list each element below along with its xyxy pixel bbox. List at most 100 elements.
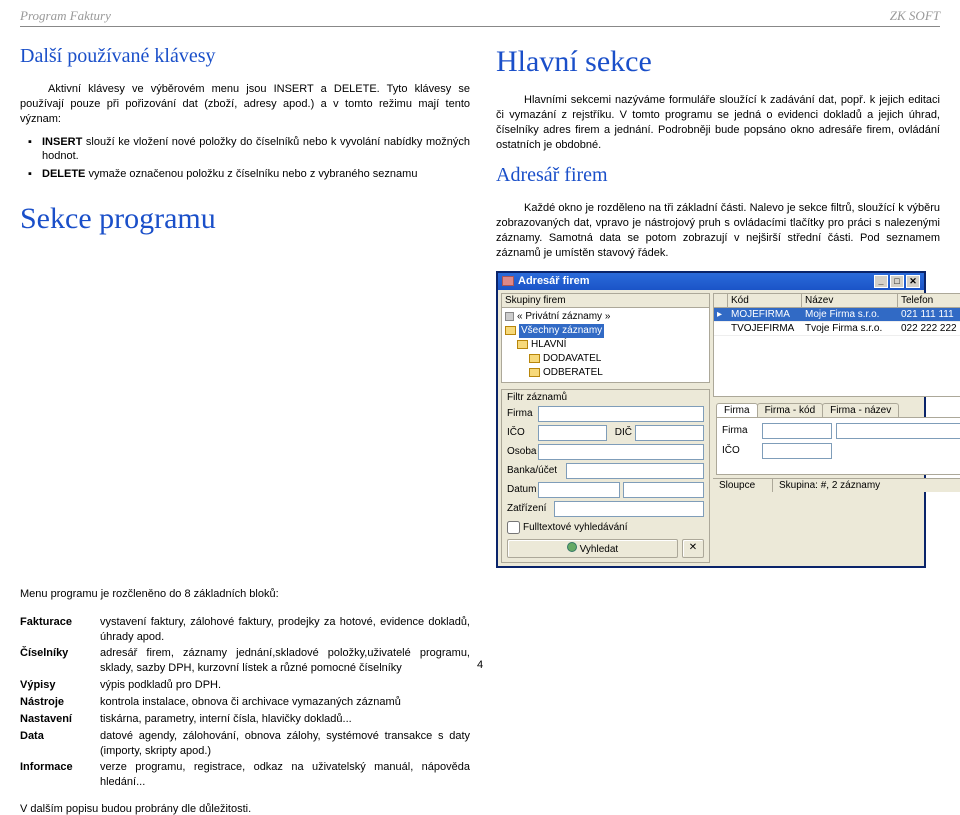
col-nazev[interactable]: Název [802, 294, 898, 307]
heading-sekce: Sekce programu [20, 202, 470, 236]
filter-banka[interactable] [566, 463, 704, 479]
col-telefon[interactable]: Telefon [898, 294, 960, 307]
page-number: 4 [477, 659, 483, 671]
header-right: ZK SOFT [890, 8, 940, 24]
def-desc: adresář firem, záznamy jednání,skladové … [100, 645, 470, 677]
tree-item[interactable]: « Privátní záznamy » [517, 310, 610, 324]
def-term: Nastavení [20, 711, 100, 728]
menu-section: Menu programu je rozčleněno do 8 základn… [20, 588, 470, 815]
fulltext-label: Fulltextové vyhledávání [523, 522, 628, 533]
grid-header: Kód Název Telefon IČO [714, 294, 960, 308]
left-column: Další používané klávesy Aktivní klávesy … [20, 45, 470, 568]
keys-intro: Aktivní klávesy ve výběrovém menu jsou I… [20, 82, 470, 127]
form-ico[interactable] [762, 443, 832, 459]
search-button[interactable]: Vyhledat [507, 539, 678, 558]
menu-intro: Menu programu je rozčleněno do 8 základn… [20, 588, 470, 600]
filter-firma[interactable] [538, 406, 704, 422]
def-term: Informace [20, 759, 100, 791]
label-banka: Banka/účet [507, 465, 563, 476]
close-button[interactable]: ✕ [906, 275, 920, 288]
delete-key: DELETE [42, 168, 85, 180]
window-title: Adresář firem [518, 275, 590, 287]
status-skupina: Skupina: #, 2 záznamy [773, 479, 960, 492]
def-term: Data [20, 728, 100, 760]
header-left: Program Faktury [20, 8, 111, 24]
hlavni-p1: Hlavními sekcemi nazýváme formuláře slou… [496, 93, 940, 152]
data-grid[interactable]: Kód Název Telefon IČO ▸ MOJEFIRMA Moje F… [713, 293, 960, 397]
def-term: Výpisy [20, 677, 100, 694]
filter-datum-to[interactable] [623, 482, 705, 498]
filter-title: Filtr záznamů [507, 392, 704, 403]
form-firma-nazev[interactable] [836, 423, 960, 439]
detail-form: Firma IČO [716, 417, 960, 475]
adresar-window: Adresář firem _ □ ✕ Skupiny firem « Priv… [496, 271, 926, 568]
label-osoba: Osoba [507, 446, 535, 457]
status-sloupce[interactable]: Sloupce [713, 479, 773, 492]
delete-desc: vymaže označenou položku z číselníku neb… [85, 168, 417, 180]
filter-dic[interactable] [635, 425, 704, 441]
minimize-button[interactable]: _ [874, 275, 888, 288]
tree-item[interactable]: HLAVNÍ [531, 338, 566, 352]
clear-filter-button[interactable]: ✕ [682, 539, 704, 558]
menu-definitions: Fakturacevystavení faktury, zálohové fak… [20, 614, 470, 791]
heading-keys: Další používané klávesy [20, 45, 470, 68]
search-icon [567, 542, 577, 552]
label-datum: Datum [507, 484, 535, 495]
titlebar: Adresář firem _ □ ✕ [498, 273, 924, 290]
def-desc: výpis podkladů pro DPH. [100, 677, 470, 694]
def-desc: verze programu, registrace, odkaz na uži… [100, 759, 470, 791]
form-label-ico: IČO [722, 443, 758, 459]
def-desc: kontrola instalace, obnova či archivace … [100, 694, 470, 711]
tab-strip: Firma Firma - kód Firma - název [713, 400, 960, 417]
def-term: Nástroje [20, 694, 100, 711]
tree-item[interactable]: DODAVATEL [543, 352, 601, 366]
form-label-firma: Firma [722, 423, 758, 439]
folder-icon [529, 354, 540, 363]
cell: 022 222 222 [898, 322, 960, 335]
closing-text: V dalším popisu budou probrány dle důlež… [20, 803, 470, 815]
fulltext-checkbox[interactable] [507, 521, 520, 534]
def-desc: tiskárna, parametry, interní čísla, hlav… [100, 711, 470, 728]
right-column: Hlavní sekce Hlavními sekcemi nazýváme f… [496, 45, 940, 568]
label-ico: IČO [507, 427, 535, 438]
tree-title: Skupiny firem [502, 294, 709, 308]
tab-firma[interactable]: Firma [716, 403, 758, 417]
keys-list: INSERT slouží ke vložení nové položky do… [20, 135, 470, 183]
book-icon [502, 276, 514, 286]
group-tree[interactable]: « Privátní záznamy » Všechny záznamy HLA… [502, 308, 709, 382]
label-zatriz: Zatřízení [507, 503, 551, 514]
insert-desc: slouží ke vložení nové položky do číseln… [42, 136, 470, 163]
search-label: Vyhledat [580, 544, 619, 555]
heading-hlavni: Hlavní sekce [496, 45, 940, 79]
cell: 021 111 111 [898, 308, 960, 321]
form-firma-kod[interactable] [762, 423, 832, 439]
tree-item[interactable]: ODBERATEL [543, 366, 603, 380]
filter-panel: Filtr záznamů Firma IČO DIČ Osoba Banka/ú… [501, 389, 710, 563]
col-kod[interactable]: Kód [728, 294, 802, 307]
cell: MOJEFIRMA [728, 308, 802, 321]
table-row[interactable]: TVOJEFIRMA Tvoje Firma s.r.o. 022 222 22… [714, 322, 960, 336]
insert-key: INSERT [42, 136, 82, 148]
tab-firma-kod[interactable]: Firma - kód [757, 403, 824, 417]
maximize-button[interactable]: □ [890, 275, 904, 288]
def-desc: datové agendy, zálohování, obnova zálohy… [100, 728, 470, 760]
filter-datum-from[interactable] [538, 482, 620, 498]
tab-firma-nazev[interactable]: Firma - název [822, 403, 899, 417]
tree-item[interactable]: Všechny záznamy [519, 324, 604, 338]
heading-adresar: Adresář firem [496, 164, 940, 187]
def-term: Fakturace [20, 614, 100, 646]
filter-osoba[interactable] [538, 444, 704, 460]
folder-icon [517, 340, 528, 349]
label-dic: DIČ [610, 427, 632, 438]
folder-icon [529, 368, 540, 377]
filter-ico[interactable] [538, 425, 607, 441]
folder-icon [505, 326, 516, 335]
def-desc: vystavení faktury, zálohové faktury, pro… [100, 614, 470, 646]
label-firma: Firma [507, 408, 535, 419]
cell: Tvoje Firma s.r.o. [802, 322, 898, 335]
filter-zatriz[interactable] [554, 501, 704, 517]
def-term: Číselníky [20, 645, 100, 677]
cell: TVOJEFIRMA [728, 322, 802, 335]
table-row[interactable]: ▸ MOJEFIRMA Moje Firma s.r.o. 021 111 11… [714, 308, 960, 322]
lock-icon [505, 312, 514, 321]
